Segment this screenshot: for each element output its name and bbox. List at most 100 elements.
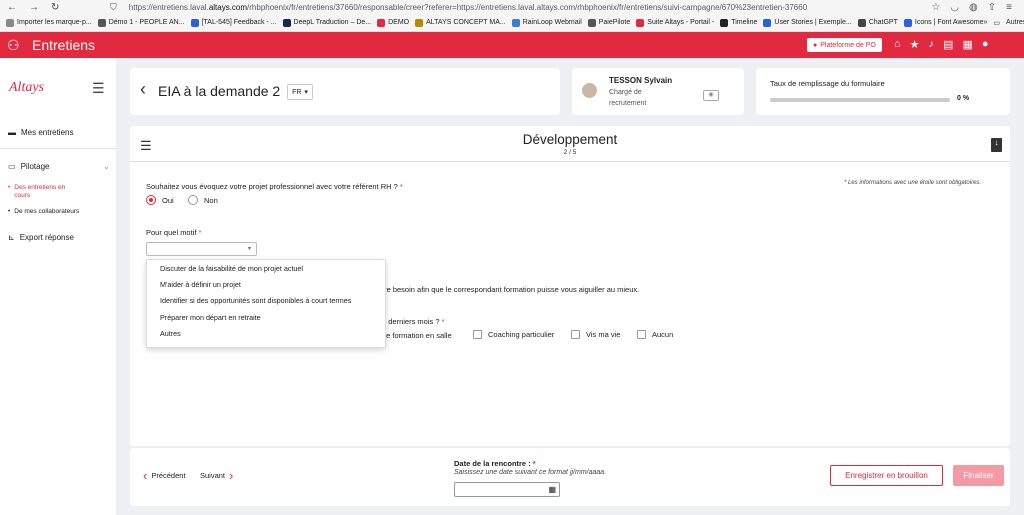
form-card: ☰ Développement 2 / 5 ↓ * Les informatio… (130, 126, 1010, 446)
star-icon[interactable]: ★ (910, 38, 920, 51)
forward-icon[interactable]: → (29, 2, 39, 13)
platform-button[interactable]: ● Plateforme de PO (807, 38, 882, 52)
sidebar: Altays ☰ ▬ Mes entretiens ▭ Pilotage ⌄ • Des… (0, 58, 116, 515)
save-draft-button[interactable]: Enregistrer en brouillon (830, 465, 943, 486)
checkbox-vis-ma-vie[interactable]: Vis ma vie (571, 330, 620, 339)
bookmark-item[interactable]: Importer les marque-p... (6, 18, 92, 27)
interview-card: ‹ EIA à la demande 2 FR ▾ (130, 68, 560, 115)
question-motif: Pour quel motif * (146, 228, 202, 237)
menu-icon[interactable]: ≡ (1006, 2, 1012, 13)
app-header: ⚇ Entretiens ● Plateforme de PO ⌂ ★ ♪ ▤ ▦… (0, 32, 1024, 58)
sidebar-item-mes-entretiens[interactable]: ▬ Mes entretiens (0, 128, 116, 137)
users-icon: ⚇ (7, 37, 20, 53)
bookmark-favicon-icon (190, 18, 199, 27)
dropdown-option[interactable]: Préparer mon départ en retraite (147, 309, 385, 325)
bookmark-item[interactable]: User Stories | Exemple... (763, 18, 852, 27)
bookmark-favicon-icon (97, 18, 106, 27)
bell-icon[interactable]: ♪ (929, 38, 935, 51)
inbox-icon[interactable]: ▤ (943, 38, 953, 51)
previous-button[interactable]: ‹ Précédent (143, 468, 186, 483)
caret-down-icon: ▾ (247, 246, 251, 252)
person-role: Chargé de recrutement (609, 89, 647, 107)
hamburger-icon[interactable]: ☰ (92, 80, 105, 97)
interview-title: EIA à la demande 2 (158, 83, 281, 99)
extension-icon[interactable]: ◍ (969, 2, 978, 13)
progress-label: Taux de remplissage du formulaire (770, 79, 885, 88)
bookmark-item[interactable]: DEMO (377, 18, 409, 27)
grid-icon[interactable]: ▦ (962, 38, 972, 51)
browser-url-bar: ← → ↻ ⛉ https://entretiens.laval.altays.… (0, 0, 1024, 14)
bookmark-favicon-icon (282, 18, 291, 27)
caret-down-icon: ▾ (304, 89, 308, 96)
checkbox-formation-salle-label: de formation en salle (382, 331, 452, 340)
next-button[interactable]: Suivant › (200, 468, 233, 483)
sidebar-subitem-collaborateurs[interactable]: • De mes collaborateurs (8, 208, 79, 216)
date-input[interactable]: ▦ (454, 482, 560, 497)
url-field[interactable]: https://entretiens.laval.altays.com/rhbp… (129, 3, 807, 12)
user-icon[interactable]: ● (982, 38, 989, 51)
back-icon[interactable]: ← (7, 2, 17, 13)
bookmark-item[interactable]: Démo 1 - PEOPLE AN... (97, 18, 185, 27)
bookmark-item[interactable]: Timeline (720, 18, 757, 27)
dropdown-option[interactable]: Autres (147, 326, 385, 342)
checkbox-coaching[interactable]: Coaching particulier (473, 330, 554, 339)
sidebar-subitem-en-cours[interactable]: • Des entretiens en cours (8, 184, 78, 200)
bookmark-favicon-icon (763, 18, 772, 27)
reload-icon[interactable]: ↻ (51, 2, 59, 13)
checkbox-aucun[interactable]: Aucun (637, 330, 673, 339)
radio-oui[interactable]: Oui (146, 195, 174, 205)
finalize-button[interactable]: Finaliser (953, 465, 1004, 486)
chevron-left-icon[interactable]: ‹ (140, 79, 146, 100)
folder-icon: ▭ (993, 19, 1001, 27)
motif-select[interactable]: ▾ (146, 242, 257, 256)
bookmark-item[interactable]: ChatGPT (857, 18, 898, 27)
star-icon[interactable]: ☆ (931, 2, 940, 13)
hint-text: tre besoin afin que le correspondant for… (382, 285, 640, 294)
bookmark-item[interactable]: PaiePilote (587, 18, 630, 27)
calendar-icon[interactable]: ▦ (548, 485, 556, 494)
share-icon[interactable]: ⇧ (988, 2, 996, 13)
chart-icon: ⊾ (8, 233, 15, 242)
bookmark-favicon-icon (903, 18, 912, 27)
sidebar-item-pilotage[interactable]: ▭ Pilotage ⌄ (0, 162, 116, 171)
avatar (582, 83, 597, 98)
camera-icon[interactable]: ◉ (703, 90, 719, 101)
divider (130, 161, 1010, 162)
sidebar-item-export[interactable]: ⊾ Export réponse (0, 233, 116, 242)
bookmark-favicon-icon (720, 18, 729, 27)
person-card: TESSON Sylvain Chargé de recrutement ◉ (572, 68, 744, 115)
language-select[interactable]: FR ▾ (287, 84, 313, 100)
dropdown-option[interactable]: Discuter de la faisabilité de mon projet… (147, 260, 385, 276)
bookmark-item[interactable]: [TAL-545] Feedback - ... (190, 18, 277, 27)
dropdown-option[interactable]: M'aider à définir un projet (147, 276, 385, 292)
person-name: TESSON Sylvain (609, 76, 673, 85)
folder-icon: ▬ (8, 128, 16, 137)
bookmark-item[interactable]: Icons | Font Awesome (903, 18, 984, 27)
chevron-left-icon: ‹ (143, 468, 148, 483)
progress-value: 0 % (957, 95, 970, 102)
question-projet: Souhaitez vous évoquez votre projet prof… (146, 182, 403, 191)
download-icon[interactable]: ↓ (991, 138, 1002, 152)
progress-bar (770, 98, 950, 102)
dropdown-option[interactable]: Identifier si des opportunités sont disp… (147, 293, 385, 309)
radio-non[interactable]: Non (188, 195, 218, 205)
home-icon[interactable]: ⌂ (894, 38, 901, 51)
other-bookmarks[interactable]: »▭Autres marque-pages (984, 19, 1024, 27)
bookmark-item[interactable]: RainLoop Webmail (511, 18, 582, 27)
required-note: * Les informations avec une étoile sont … (844, 180, 982, 186)
app-title: Entretiens (32, 37, 96, 53)
bookmark-item[interactable]: Suite Altays - Portail - (636, 18, 714, 27)
bookmark-item[interactable]: DeepL Traduction – De... (282, 18, 371, 27)
bookmark-favicon-icon (6, 18, 14, 27)
bookmark-favicon-icon (587, 18, 596, 27)
chevron-right-icon: › (229, 468, 234, 483)
bookmark-item[interactable]: ALTAYS CONCEPT MA... (415, 18, 506, 27)
progress-card: Taux de remplissage du formulaire 0 % (756, 68, 1010, 115)
section-title: Développement (522, 132, 618, 147)
section-step: 2 / 5 (563, 149, 577, 156)
footer-bar: ‹ Précédent Suivant › Date de la rencontre… (130, 448, 1010, 506)
bookmark-favicon-icon (415, 18, 424, 27)
pocket-icon[interactable]: ◡ (950, 2, 959, 13)
date-hint: Saisissez une date suivant ce format jj/… (454, 469, 607, 476)
shield-icon: ⛉ (110, 1, 117, 12)
